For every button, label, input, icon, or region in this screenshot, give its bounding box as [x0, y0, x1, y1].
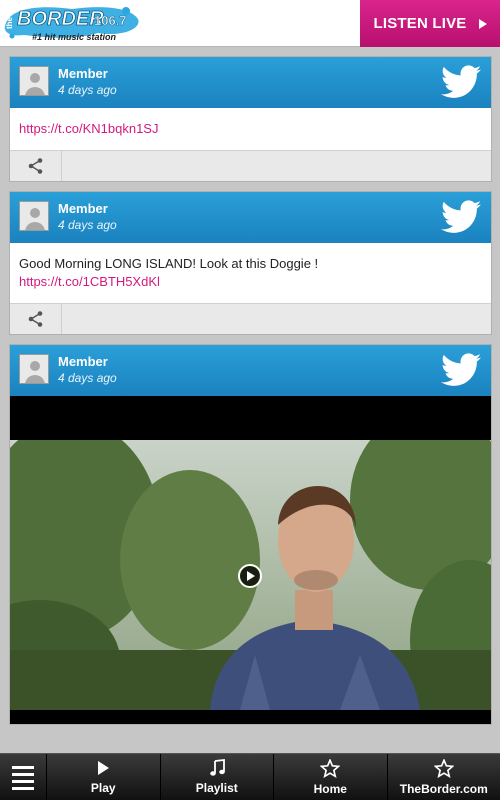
- twitter-bird-icon[interactable]: [441, 200, 481, 234]
- star-icon: [320, 758, 341, 778]
- play-icon: [98, 761, 110, 775]
- share-icon: [28, 158, 42, 174]
- avatar: [19, 201, 49, 231]
- post-link[interactable]: https://t.co/1CBTH5XdKl: [19, 273, 160, 291]
- post-footer: [10, 303, 491, 334]
- twitter-bird-icon[interactable]: [441, 353, 481, 387]
- logo-name: BORDER: [17, 8, 104, 30]
- nav-playlist-label: Playlist: [195, 781, 238, 795]
- twitter-bird-icon[interactable]: [441, 65, 481, 99]
- post-link[interactable]: https://t.co/KN1bqkn1SJ: [19, 120, 158, 138]
- post-body: Good Morning LONG ISLAND! Look at this D…: [10, 243, 491, 303]
- play-arrow-icon: [478, 18, 487, 29]
- share-button[interactable]: [10, 304, 62, 334]
- menu-button[interactable]: [0, 754, 47, 800]
- avatar: [19, 66, 49, 96]
- play-icon: [247, 571, 255, 581]
- post-header: Member 4 days ago: [10, 345, 491, 396]
- post-text: Good Morning LONG ISLAND! Look at this D…: [19, 256, 319, 271]
- post-card: Member 4 days ago Good Morning LONG ISLA…: [10, 192, 491, 334]
- share-icon: [28, 311, 42, 327]
- video-play-button[interactable]: [238, 564, 262, 588]
- post-time: 4 days ago: [58, 371, 117, 385]
- nav-theborder-com[interactable]: TheBorder.com: [388, 754, 500, 800]
- social-feed: Member 4 days ago https://t.co/KN1bqkn1S…: [10, 57, 491, 735]
- logo-frequency: 106.7: [94, 13, 127, 28]
- post-header: Member 4 days ago: [10, 57, 491, 108]
- bottom-nav: Play Playlist Home TheBorder.com: [0, 753, 500, 800]
- star-icon: [433, 758, 454, 778]
- nav-playlist[interactable]: Playlist: [161, 754, 274, 800]
- post-time: 4 days ago: [58, 83, 117, 97]
- post-footer: [10, 150, 491, 181]
- nav-home[interactable]: Home: [274, 754, 388, 800]
- share-button[interactable]: [10, 151, 62, 181]
- logo-tagline: #1 hit music station: [32, 32, 117, 42]
- logo-the: the: [5, 16, 14, 29]
- post-card: Member 4 days ago https://t.co/KN1bqkn1S…: [10, 57, 491, 181]
- post-header: Member 4 days ago: [10, 192, 491, 243]
- post-body: https://t.co/KN1bqkn1SJ: [10, 108, 491, 150]
- post-card: Member 4 days ago: [10, 345, 491, 724]
- station-logo[interactable]: the BORDER 106.7 #1 hit music station: [2, 3, 142, 43]
- listen-live-button[interactable]: LISTEN LIVE: [360, 0, 500, 47]
- post-author: Member: [58, 66, 108, 81]
- nav-theborder-com-label: TheBorder.com: [399, 781, 488, 796]
- listen-live-label: LISTEN LIVE: [373, 15, 467, 32]
- music-note-icon: [209, 759, 225, 776]
- nav-play[interactable]: Play: [47, 754, 161, 800]
- post-time: 4 days ago: [58, 218, 117, 232]
- app-header: the BORDER 106.7 #1 hit music station LI…: [0, 0, 500, 47]
- hamburger-icon: [12, 765, 34, 769]
- video-player[interactable]: [10, 396, 491, 724]
- post-author: Member: [58, 201, 108, 216]
- nav-play-label: Play: [90, 781, 116, 795]
- nav-home-label: Home: [313, 781, 347, 796]
- avatar: [19, 354, 49, 384]
- post-author: Member: [58, 354, 108, 369]
